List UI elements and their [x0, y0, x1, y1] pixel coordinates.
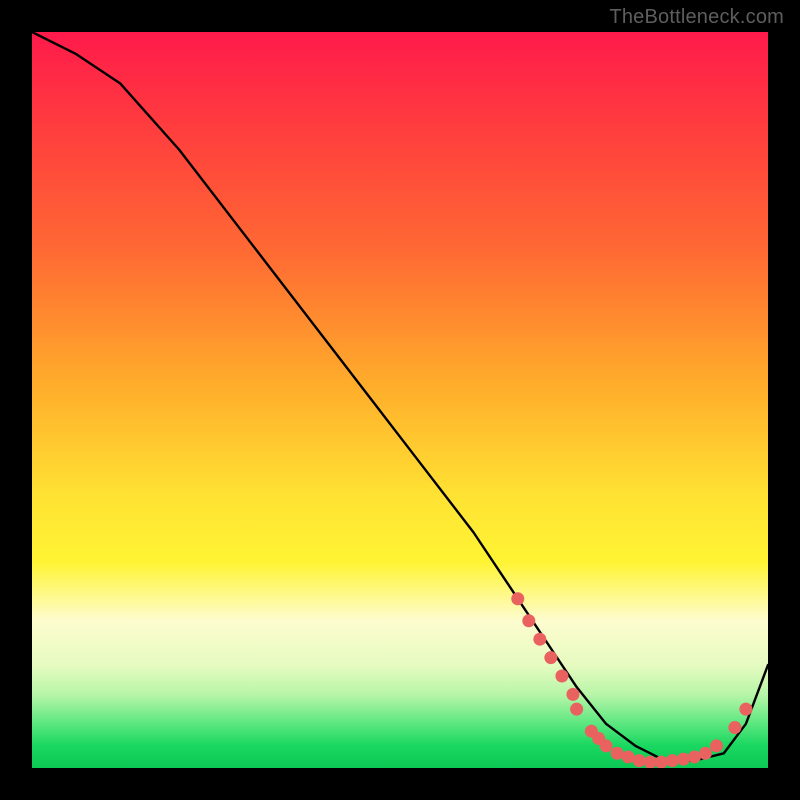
curve-marker	[622, 750, 635, 763]
chart-frame: TheBottleneck.com	[0, 0, 800, 800]
curve-marker	[544, 651, 557, 664]
curve-marker	[688, 750, 701, 763]
bottleneck-curve	[32, 32, 768, 761]
curve-marker	[566, 688, 579, 701]
curve-marker	[633, 754, 646, 767]
curve-marker	[728, 721, 741, 734]
curve-marker	[611, 747, 624, 760]
chart-svg	[32, 32, 768, 768]
curve-markers	[511, 592, 752, 768]
curve-marker	[522, 614, 535, 627]
curve-marker	[600, 739, 613, 752]
curve-marker	[739, 703, 752, 716]
plot-area	[32, 32, 768, 768]
curve-marker	[555, 670, 568, 683]
curve-marker	[666, 754, 679, 767]
curve-marker	[511, 592, 524, 605]
attribution-text: TheBottleneck.com	[609, 6, 784, 29]
curve-marker	[655, 756, 668, 768]
curve-marker	[533, 633, 546, 646]
curve-marker	[570, 703, 583, 716]
curve-marker	[710, 739, 723, 752]
curve-marker	[699, 747, 712, 760]
curve-marker	[677, 753, 690, 766]
